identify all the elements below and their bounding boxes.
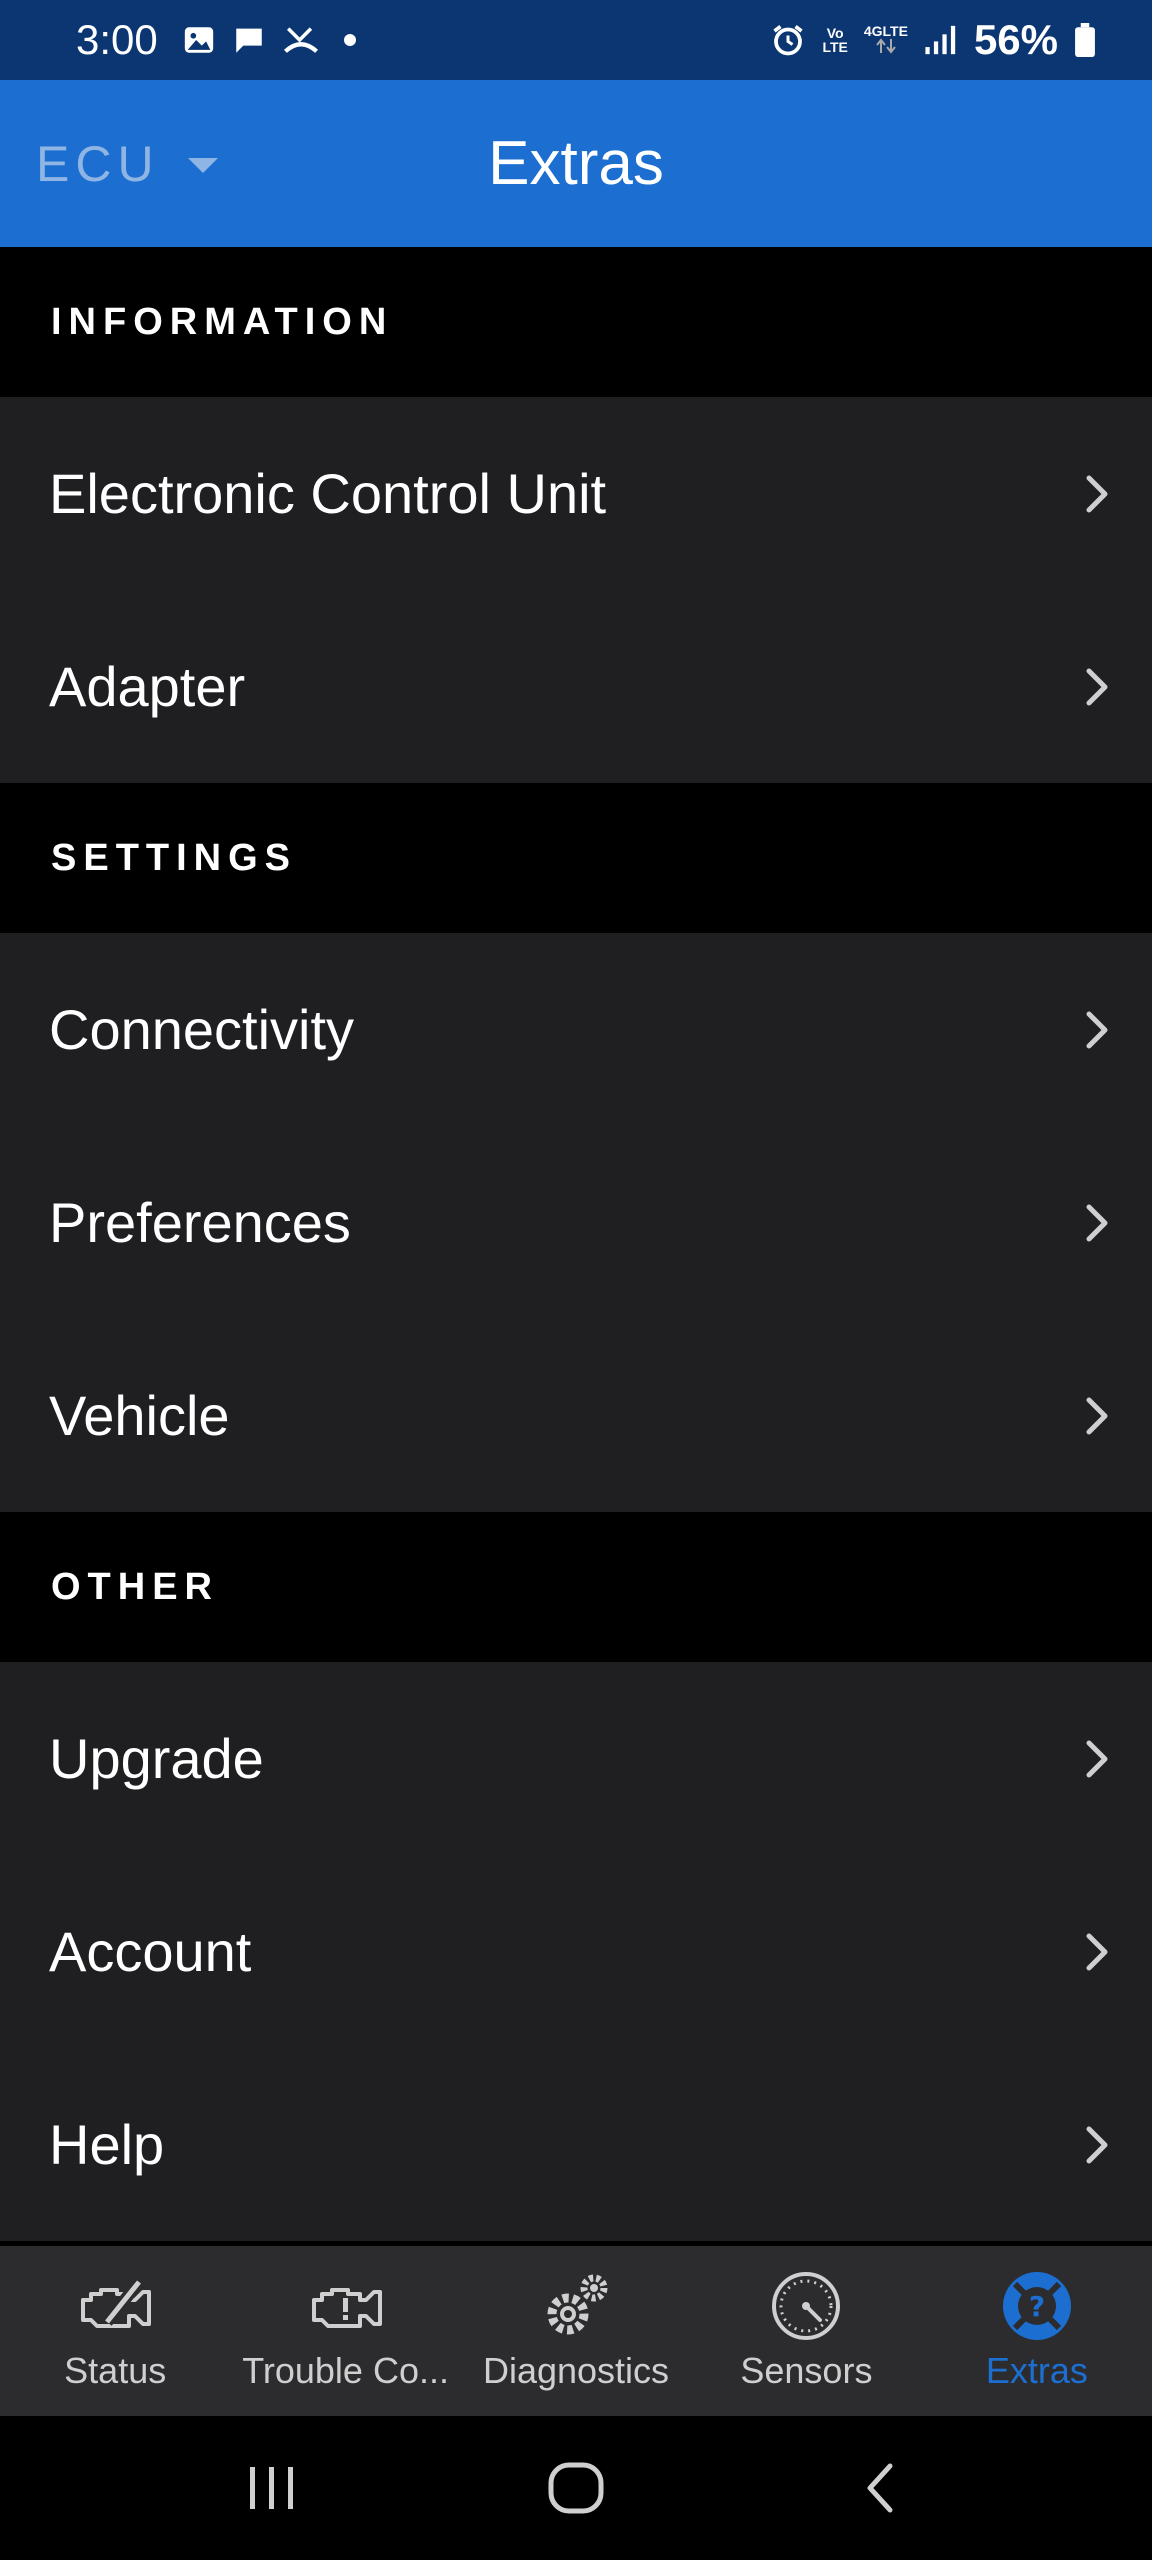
battery-percentage: 56%	[973, 16, 1058, 63]
section-settings: Connectivity Preferences Vehicle	[0, 933, 1152, 1512]
status-left: 3:00	[76, 16, 356, 64]
network-type-indicator: 4GLTE	[864, 24, 908, 56]
list-item-vehicle[interactable]: Vehicle	[0, 1319, 1152, 1512]
tab-label: Trouble Co...	[242, 2350, 449, 2391]
tab-label: Extras	[985, 2350, 1088, 2391]
chevron-right-icon	[1078, 475, 1116, 513]
home-icon	[548, 2462, 604, 2514]
back-button[interactable]	[825, 2433, 935, 2543]
list-item-label: Vehicle	[49, 1384, 230, 1447]
list-item-help[interactable]: Help	[0, 2048, 1152, 2241]
data-arrows-icon	[864, 38, 908, 56]
chevron-right-icon	[1078, 1204, 1116, 1242]
ecu-label: ECU	[36, 135, 160, 192]
chevron-right-icon	[1078, 1397, 1116, 1435]
settings-list: INFORMATION Electronic Control Unit Adap…	[0, 247, 1152, 2241]
missed-call-icon	[282, 23, 320, 57]
tab-sensors[interactable]: Sensors	[691, 2246, 921, 2416]
recent-apps-icon	[250, 2467, 293, 2509]
tab-trouble-codes[interactable]: Trouble Co...	[230, 2246, 460, 2416]
ecu-selector[interactable]: ECU	[36, 80, 218, 247]
network-type: 4GLTE	[863, 23, 908, 39]
list-item-connectivity[interactable]: Connectivity	[0, 933, 1152, 1126]
message-icon	[232, 23, 266, 57]
gears-icon	[536, 2270, 616, 2342]
home-button[interactable]	[521, 2433, 631, 2543]
help-circle-icon: ?	[997, 2270, 1077, 2342]
volte-bottom: LTE	[822, 39, 848, 55]
chevron-right-icon	[1078, 1740, 1116, 1778]
status-bar: 3:00 Vo LTE 4GLTE 56%	[0, 0, 1152, 80]
chevron-right-icon	[1078, 1011, 1116, 1049]
volte-indicator: Vo LTE	[822, 26, 847, 54]
list-item-label: Adapter	[49, 655, 246, 718]
svg-text:?: ?	[1029, 2290, 1045, 2323]
chevron-right-icon	[1078, 2126, 1116, 2164]
list-item-label: Preferences	[49, 1191, 351, 1254]
list-item-account[interactable]: Account	[0, 1855, 1152, 2048]
recent-apps-button[interactable]	[217, 2433, 327, 2543]
tab-status[interactable]: Status	[0, 2246, 230, 2416]
notification-dot	[343, 34, 356, 46]
status-time: 3:00	[76, 16, 158, 63]
caret-down-icon	[187, 158, 218, 173]
gallery-icon	[182, 23, 216, 57]
chevron-right-icon	[1078, 1933, 1116, 1971]
section-header-other: OTHER	[0, 1512, 1152, 1662]
back-icon	[867, 2463, 893, 2513]
engine-warning-icon	[306, 2270, 386, 2342]
page-title: Extras	[488, 129, 664, 198]
battery-icon	[1074, 23, 1096, 57]
section-header-information: INFORMATION	[0, 247, 1152, 397]
list-item-label: Help	[49, 2113, 165, 2176]
chevron-right-icon	[1078, 668, 1116, 706]
system-nav-bar	[0, 2416, 1152, 2560]
volte-top: Vo	[826, 25, 844, 41]
list-item-label: Connectivity	[49, 998, 355, 1061]
app-bar: ECU Extras	[0, 80, 1152, 247]
gauge-icon	[766, 2270, 846, 2342]
tab-label: Sensors	[740, 2350, 873, 2391]
list-item-upgrade[interactable]: Upgrade	[0, 1662, 1152, 1855]
tab-extras[interactable]: ? Extras	[922, 2246, 1152, 2416]
list-item-preferences[interactable]: Preferences	[0, 1126, 1152, 1319]
tab-label: Diagnostics	[482, 2350, 670, 2391]
alarm-icon	[770, 22, 806, 58]
section-other: Upgrade Account Help	[0, 1662, 1152, 2241]
bottom-tab-bar: Status Trouble Co... Diagnostics Sensors…	[0, 2246, 1152, 2416]
tab-diagnostics[interactable]: Diagnostics	[461, 2246, 691, 2416]
signal-icon	[924, 24, 958, 56]
section-header-settings: SETTINGS	[0, 783, 1152, 933]
engine-check-icon	[75, 2270, 155, 2342]
list-item-label: Account	[49, 1920, 252, 1983]
list-item-label: Electronic Control Unit	[49, 462, 607, 525]
list-item-adapter[interactable]: Adapter	[0, 590, 1152, 783]
list-item-electronic-control-unit[interactable]: Electronic Control Unit	[0, 397, 1152, 590]
section-information: Electronic Control Unit Adapter	[0, 397, 1152, 783]
tab-label: Status	[64, 2350, 167, 2391]
status-right: Vo LTE 4GLTE 56%	[770, 16, 1096, 64]
list-item-label: Upgrade	[49, 1727, 264, 1790]
